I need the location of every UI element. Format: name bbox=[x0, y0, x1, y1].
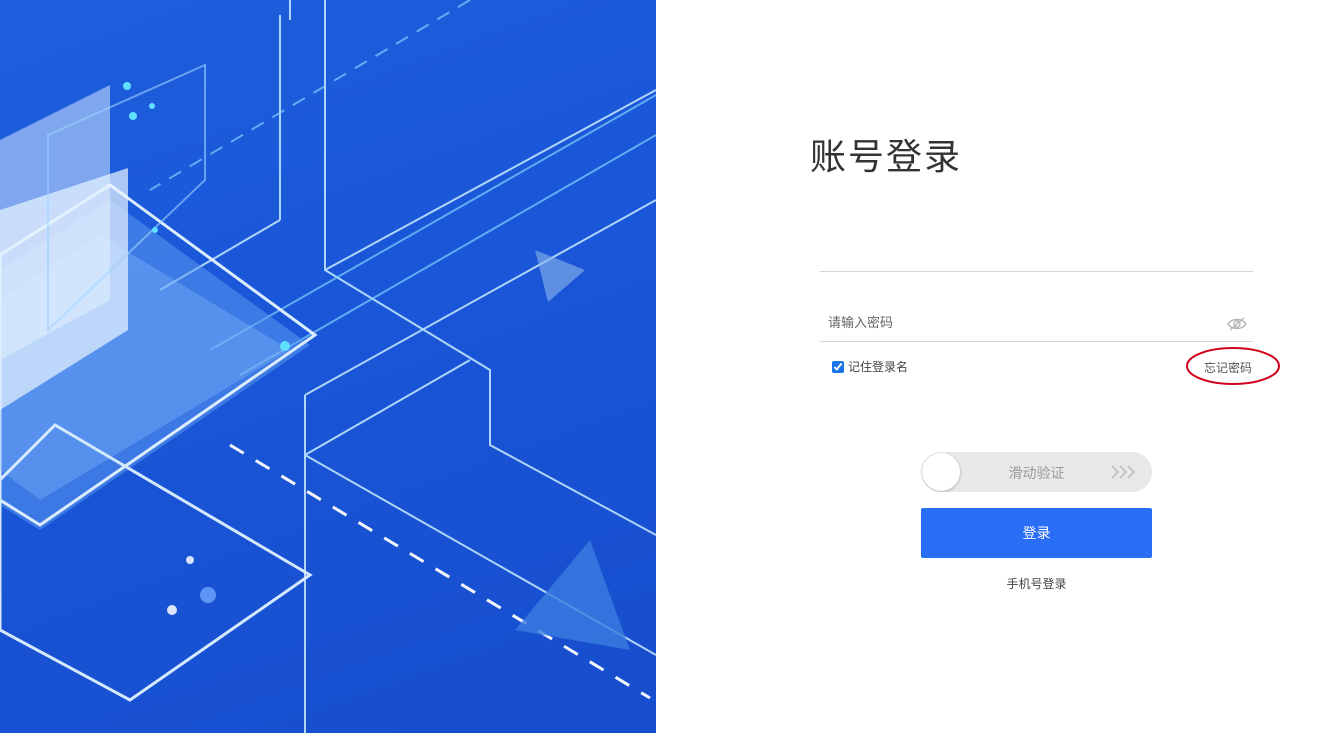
account-field bbox=[820, 238, 1253, 272]
login-button[interactable]: 登录 bbox=[921, 508, 1152, 558]
login-panel: 账号登录 记住登录名 忘记密码 滑动验证 登录 手机号登录 bbox=[656, 0, 1338, 733]
remember-label: 记住登录名 bbox=[848, 360, 909, 374]
remember-checkbox[interactable] bbox=[832, 360, 844, 373]
triple-chevron-right-icon bbox=[1111, 465, 1136, 479]
password-field bbox=[820, 308, 1253, 342]
eye-slash-icon[interactable] bbox=[1227, 316, 1247, 332]
isometric-tech-illustration bbox=[0, 0, 656, 733]
account-input[interactable] bbox=[820, 238, 1216, 268]
password-input[interactable] bbox=[820, 308, 1216, 338]
phone-login-link[interactable]: 手机号登录 bbox=[921, 575, 1152, 592]
page-title: 账号登录 bbox=[810, 137, 963, 178]
slider-handle[interactable] bbox=[922, 453, 960, 491]
remember-login[interactable]: 记住登录名 bbox=[832, 358, 908, 375]
slide-verify[interactable]: 滑动验证 bbox=[921, 452, 1152, 492]
hero-illustration bbox=[0, 0, 656, 733]
forgot-password-link[interactable]: 忘记密码 bbox=[1204, 359, 1252, 376]
